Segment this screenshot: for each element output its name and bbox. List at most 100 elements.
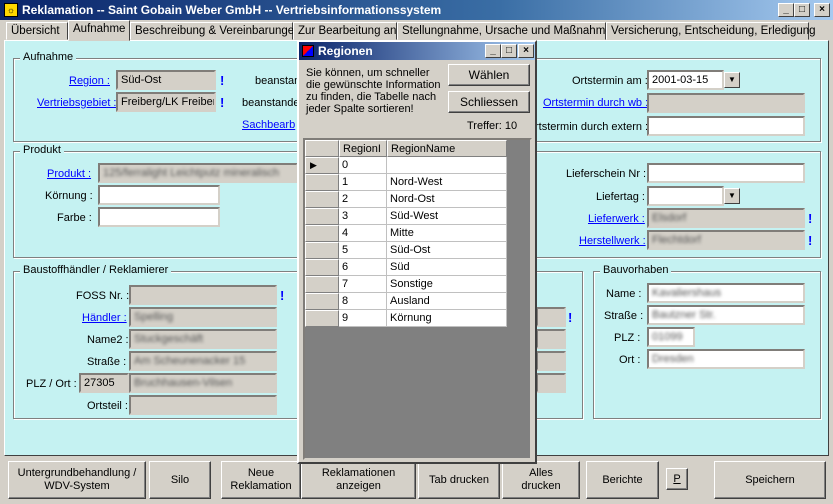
bv-name-field[interactable]: Kavaliershaus [647,283,805,303]
untergrund-button[interactable]: Untergrundbehandlung / WDV-System [8,461,146,499]
row-selector[interactable] [305,174,339,191]
cell-regionname[interactable]: Süd [387,259,507,276]
row-selector[interactable] [305,276,339,293]
cell-regionid[interactable]: 3 [339,208,387,225]
tab-beschreibung[interactable]: Beschreibung & Vereinbarungen [130,22,301,40]
cell-regionid[interactable]: 6 [339,259,387,276]
haendler-field[interactable]: Spelling [129,307,277,327]
cell-regionid[interactable]: 2 [339,191,387,208]
ortstermin-wb-field[interactable] [647,93,805,113]
ortsteil-field[interactable] [129,395,277,415]
table-row[interactable]: 7 Sonstige [305,276,507,293]
region-field[interactable]: Süd-Ost [116,70,216,90]
name2-field[interactable]: Stuckgeschäft [129,329,277,349]
tab-stellungnahme[interactable]: Stellungnahme, Ursache und Maßnahmen [397,22,618,40]
row-selector[interactable] [305,293,339,310]
produkt-field[interactable]: 125/ferralight Leichtputz mineralisch [98,163,298,183]
tab-drucken-button[interactable]: Tab drucken [418,461,500,499]
herstellwerk-link[interactable]: Herstellwerk : [579,235,646,247]
haendler-link[interactable]: Händler : [82,312,127,324]
region-link[interactable]: Region : [69,75,110,87]
cell-regionname[interactable]: Nord-Ost [387,191,507,208]
baustoff-right-field-1[interactable] [536,307,566,327]
cell-regionname[interactable]: Körnung [387,310,507,327]
close-button[interactable]: × [814,3,830,17]
cell-regionname[interactable]: Ausland [387,293,507,310]
table-row[interactable]: 3 Süd-West [305,208,507,225]
ortstermin-dropdown-icon[interactable]: ▼ [724,72,740,88]
plz-field[interactable]: 27305 [79,373,129,393]
vertriebsgebiet-link[interactable]: Vertriebsgebiet : [37,97,117,109]
cell-regionname[interactable] [387,157,507,174]
tab-bearbeitung[interactable]: Zur Bearbeitung an [293,22,397,40]
baustoff-right-field-2[interactable] [536,329,566,349]
table-row[interactable]: 4 Mitte [305,225,507,242]
row-selector[interactable] [305,225,339,242]
table-row[interactable]: 6 Süd [305,259,507,276]
lieferschein-field[interactable] [647,163,805,183]
lieferwerk-field[interactable]: Elsdorf [647,208,805,228]
p-button[interactable]: P [666,468,688,490]
ortstermin-extern-field[interactable] [647,116,805,136]
cell-regionname[interactable]: Süd-West [387,208,507,225]
sachbearbeiter-link[interactable]: Sachbearb [242,119,295,131]
strasse-field[interactable]: Am Scheunenacker 15 [129,351,277,371]
bv-strasse-field[interactable]: Bautzner Str. [647,305,805,325]
row-selector[interactable] [305,208,339,225]
cell-regionid[interactable]: 0 [339,157,387,174]
row-selector[interactable] [305,310,339,327]
cell-regionid[interactable]: 8 [339,293,387,310]
cell-regionid[interactable]: 7 [339,276,387,293]
dialog-minimize-button[interactable]: _ [485,44,501,58]
row-selector[interactable] [305,242,339,259]
farbe-field[interactable] [98,207,220,227]
row-selector[interactable] [305,259,339,276]
neue-reklamation-button[interactable]: Neue Reklamation [221,461,301,499]
tab-aufnahme[interactable]: Aufnahme [68,20,130,41]
col-regionname-header[interactable]: RegionName [387,140,507,157]
liefertag-dropdown-icon[interactable]: ▼ [724,188,740,204]
herstellwerk-field[interactable]: Flechtdorf [647,230,805,250]
lieferwerk-link[interactable]: Lieferwerk : [588,213,645,225]
foss-field[interactable] [129,285,277,305]
cell-regionid[interactable]: 4 [339,225,387,242]
vertriebsgebiet-field[interactable]: Freiberg/LK Freiber [116,92,216,112]
col-regionid-header[interactable]: RegionI [339,140,387,157]
reklamationen-anzeigen-button[interactable]: Reklamationen anzeigen [301,461,416,499]
schliessen-button[interactable]: Schliessen [448,91,530,113]
dialog-maximize-button[interactable]: □ [501,44,517,58]
cell-regionname[interactable]: Mitte [387,225,507,242]
baustoff-right-field-4[interactable] [536,373,566,393]
cell-regionname[interactable]: Süd-Ost [387,242,507,259]
table-row[interactable]: ▶ 0 [305,157,507,174]
tab-uebersicht[interactable]: Übersicht [6,22,68,40]
tab-versicherung[interactable]: Versicherung, Entscheidung, Erledigung [606,22,816,40]
table-row[interactable]: 1 Nord-West [305,174,507,191]
table-row[interactable]: 9 Körnung [305,310,507,327]
alles-drucken-button[interactable]: Alles drucken [502,461,580,499]
cell-regionid[interactable]: 5 [339,242,387,259]
cell-regionname[interactable]: Nord-West [387,174,507,191]
ortstermin-wb-link[interactable]: Ortstermin durch wb : [543,97,648,109]
ortstermin-date-field[interactable]: 2001-03-15 [647,70,724,90]
waehlen-button[interactable]: Wählen [448,64,530,86]
cell-regionid[interactable]: 1 [339,174,387,191]
koernung-field[interactable] [98,185,220,205]
row-selector[interactable] [305,191,339,208]
bv-ort-field[interactable]: Dresden [647,349,805,369]
table-row[interactable]: 2 Nord-Ost [305,191,507,208]
silo-button[interactable]: Silo [149,461,211,499]
dialog-close-button[interactable]: × [518,44,534,58]
current-row-pointer-icon[interactable]: ▶ [305,157,339,174]
table-row[interactable]: 8 Ausland [305,293,507,310]
maximize-button[interactable]: □ [794,3,810,17]
cell-regionid[interactable]: 9 [339,310,387,327]
baustoff-right-field-3[interactable] [536,351,566,371]
berichte-button[interactable]: Berichte [586,461,659,499]
speichern-button[interactable]: Speichern [714,461,826,499]
produkt-link[interactable]: Produkt : [47,168,91,180]
ort-field[interactable]: Bruchhausen-Vilsen [129,373,277,393]
bv-plz-field[interactable]: 01099 [647,327,695,347]
minimize-button[interactable]: _ [778,3,794,17]
liefertag-field[interactable] [647,186,724,206]
